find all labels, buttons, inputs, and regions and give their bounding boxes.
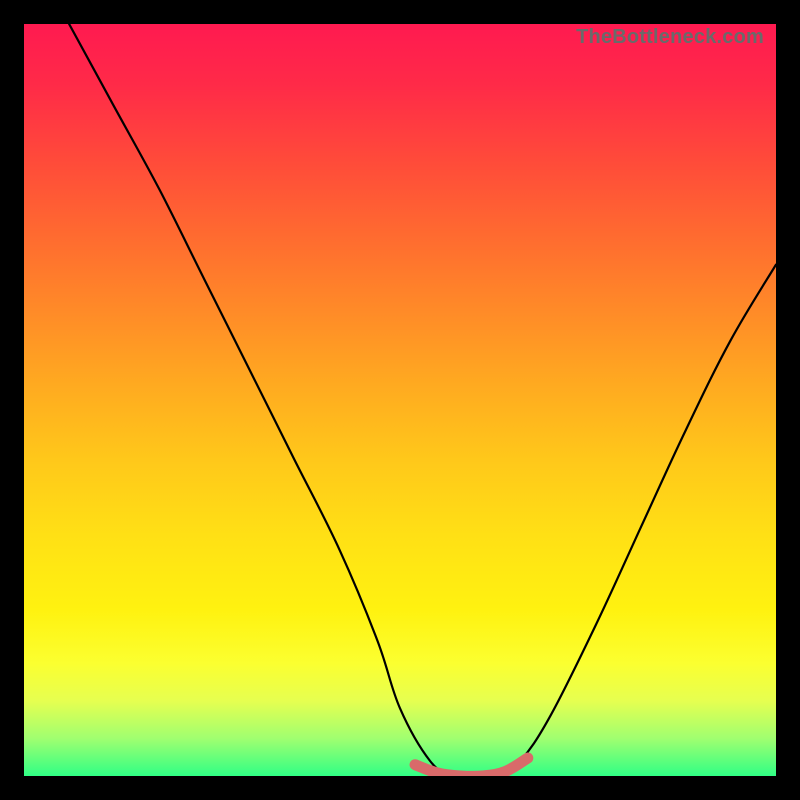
highlight-curve-path [415,758,528,776]
chart-frame: TheBottleneck.com [0,0,800,800]
curve-svg [24,24,776,776]
main-curve-path [69,24,776,776]
plot-area: TheBottleneck.com [24,24,776,776]
watermark-text: TheBottleneck.com [576,26,764,49]
